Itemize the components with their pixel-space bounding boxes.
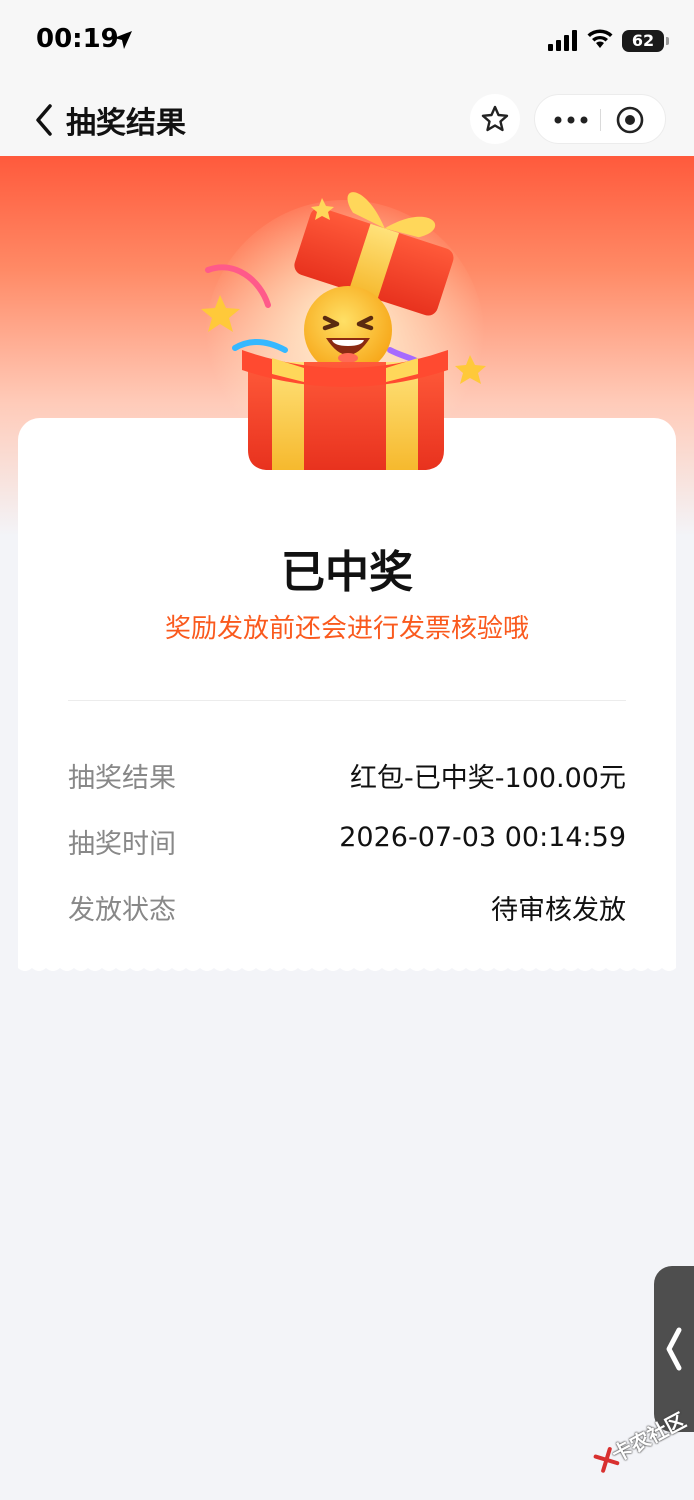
battery-indicator: 62 bbox=[622, 30, 664, 52]
page-title: 抽奖结果 bbox=[66, 106, 186, 141]
miniprogram-capsule bbox=[534, 94, 666, 144]
result-card: 已中奖 奖励发放前还会进行发票核验哦 抽奖结果 红包-已中奖-100.00元 抽… bbox=[18, 418, 676, 966]
status-row: 发放状态 待审核发放 bbox=[68, 888, 626, 928]
capsule-divider bbox=[600, 109, 601, 131]
location-arrow-icon bbox=[114, 31, 132, 49]
row-label: 抽奖结果 bbox=[68, 763, 176, 794]
close-miniprogram-icon[interactable] bbox=[615, 105, 645, 135]
wifi-icon bbox=[587, 29, 613, 48]
signal-icon bbox=[548, 30, 577, 51]
result-row: 抽奖结果 红包-已中奖-100.00元 bbox=[68, 756, 626, 796]
watermark-logo: 卡农社区 bbox=[582, 1392, 694, 1492]
status-bar: 00:19 62 bbox=[0, 0, 694, 84]
result-title: 已中奖 bbox=[281, 547, 413, 598]
result-subtitle: 奖励发放前还会进行发票核验哦 bbox=[164, 614, 529, 644]
gift-box-illustration bbox=[201, 192, 486, 480]
battery-tip bbox=[666, 37, 669, 45]
row-value: 2026-07-03 00:14:59 bbox=[339, 822, 626, 853]
star-outline-icon bbox=[481, 105, 509, 132]
back-chevron-icon[interactable] bbox=[30, 100, 60, 140]
watermark-text: 卡农社区 bbox=[607, 1407, 690, 1467]
more-dots-icon[interactable] bbox=[553, 108, 589, 132]
row-label: 发放状态 bbox=[68, 895, 176, 926]
favorite-button[interactable] bbox=[470, 94, 520, 144]
row-label: 抽奖时间 bbox=[68, 829, 176, 860]
row-value: 红包-已中奖-100.00元 bbox=[350, 763, 626, 794]
row-value: 待审核发放 bbox=[491, 895, 626, 926]
time-row: 抽奖时间 2026-07-03 00:14:59 bbox=[68, 822, 626, 862]
nav-bar: 抽奖结果 bbox=[0, 84, 694, 156]
card-divider bbox=[68, 700, 626, 701]
card-scalloped-edge bbox=[18, 960, 676, 971]
status-time: 00:19 bbox=[36, 24, 119, 54]
chevron-left-icon bbox=[666, 1327, 682, 1371]
